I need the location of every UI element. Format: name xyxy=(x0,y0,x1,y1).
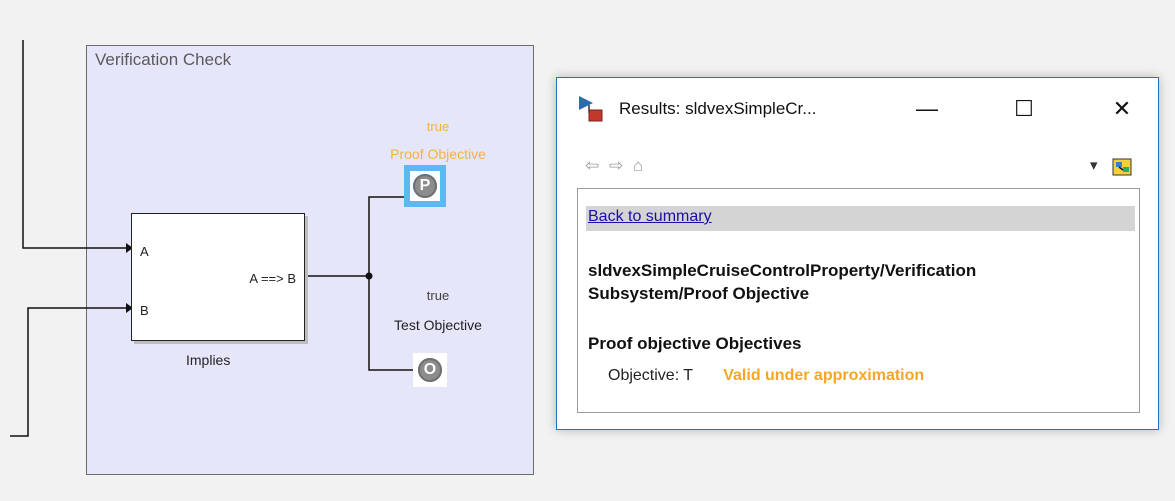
results-window[interactable]: Results: sldvexSimpleCr... — ☐ ✕ ⇦ ⇨ ⌂ ▾… xyxy=(556,77,1159,430)
objective-result-row: Objective: T Valid under approximation xyxy=(608,367,924,385)
proof-objective-block[interactable]: P xyxy=(404,165,446,207)
port-a-label: A xyxy=(140,244,149,259)
maximize-button[interactable]: ☐ xyxy=(1001,92,1047,126)
test-objective-block[interactable]: O xyxy=(413,353,447,387)
proof-objective-icon: P xyxy=(413,174,437,198)
results-content: Back to summary sldvexSimpleCruiseContro… xyxy=(577,188,1140,413)
back-to-summary-link[interactable]: Back to summary xyxy=(588,208,712,226)
block-caption: Implies xyxy=(186,352,231,368)
objective-label: Objective: T xyxy=(608,367,693,384)
forward-arrow-icon[interactable]: ⇨ xyxy=(609,156,623,176)
home-icon[interactable]: ⌂ xyxy=(633,156,643,176)
back-arrow-icon[interactable]: ⇦ xyxy=(585,156,599,176)
test-objective-value: true xyxy=(426,288,450,303)
objective-path-line1: sldvexSimpleCruiseControlProperty/Verifi… xyxy=(588,261,977,280)
highlight-model-icon[interactable] xyxy=(1112,158,1132,176)
test-objective-label: Test Objective xyxy=(394,317,482,333)
objective-path-heading: sldvexSimpleCruiseControlProperty/Verifi… xyxy=(588,259,1133,305)
objective-status: Valid under approximation xyxy=(723,367,925,384)
objective-path-line2: Subsystem/Proof Objective xyxy=(588,284,810,303)
results-app-icon xyxy=(579,96,603,122)
minimize-button[interactable]: — xyxy=(904,92,950,126)
close-button[interactable]: ✕ xyxy=(1099,92,1145,126)
dropdown-arrow-icon[interactable]: ▾ xyxy=(1090,156,1098,174)
output-port-label: A ==> B xyxy=(249,271,296,286)
navigation-toolbar: ⇦ ⇨ ⌂ ▾ xyxy=(557,156,1158,180)
test-objective-icon: O xyxy=(418,358,442,382)
proof-objective-value: true xyxy=(426,119,450,134)
port-b-label: B xyxy=(140,303,149,318)
objectives-section-heading: Proof objective Objectives xyxy=(588,334,802,353)
window-titlebar[interactable]: Results: sldvexSimpleCr... — ☐ ✕ xyxy=(557,78,1158,140)
window-title: Results: sldvexSimpleCr... xyxy=(619,99,817,118)
implies-block[interactable]: A B A ==> B xyxy=(131,213,305,341)
back-bar: Back to summary xyxy=(586,206,1135,231)
proof-objective-label: Proof Objective xyxy=(390,146,486,162)
